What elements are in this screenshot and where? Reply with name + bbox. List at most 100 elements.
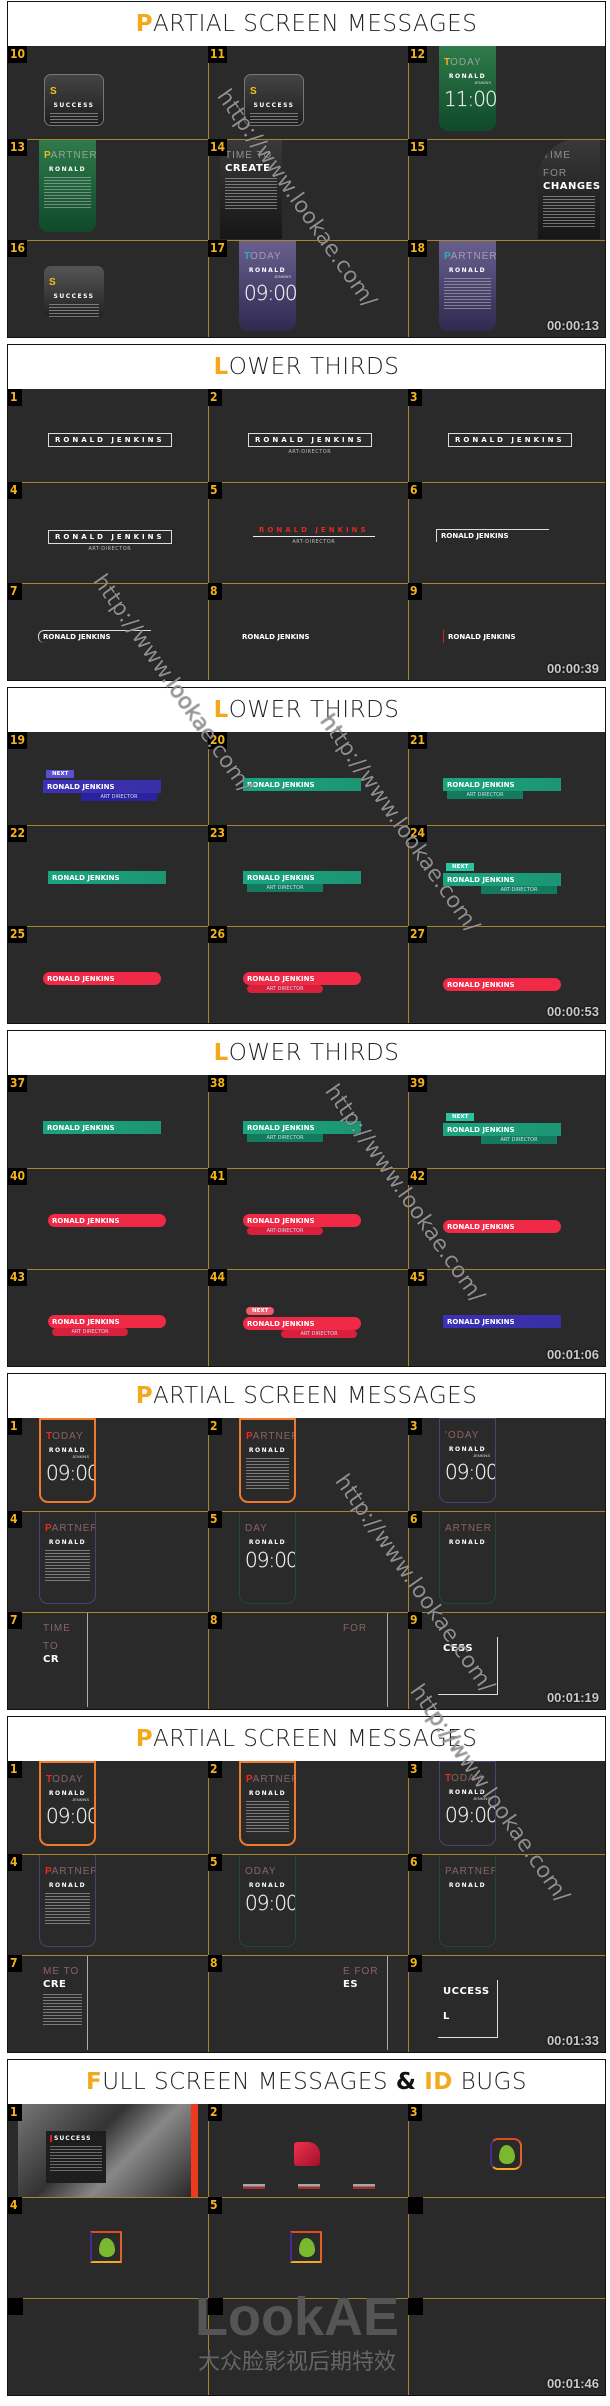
thumbnail-cell[interactable]: 15 TIME FOR CHANGES [408, 139, 605, 240]
thumbnail-cell[interactable]: 37 RONALD JENKINS [8, 1075, 208, 1168]
thumbnail-cell[interactable]: 43 RONALD JENKINS ART DIRECTOR [8, 1269, 208, 1366]
lower-third: RONALD JENKINS [448, 433, 572, 447]
thumbnail-cell[interactable]: 41 RONALD JENKINS ART-DIRECTOR [208, 1168, 408, 1269]
thumbnail-cell[interactable]: 1 TODAY RONALD JENKINS 09:00 [8, 1761, 208, 1854]
title-bar: ART DIRECTOR [247, 985, 323, 993]
thumbnail-cell[interactable]: 6 RONALD JENKINS [408, 482, 605, 583]
name-text: RONALD JENKINS [443, 1220, 561, 1233]
card-title: SUCCESS [53, 293, 95, 300]
thumbnail-cell[interactable]: 6 ARTNER RONALD [408, 1511, 605, 1612]
lower-third: RONALD JENKINS [48, 871, 166, 884]
heading-segment: F [86, 2069, 103, 2095]
thumbnail-cell[interactable]: 7 RONALD JENKINS [8, 583, 208, 680]
thumbnail-number: 9 [408, 1612, 422, 1629]
lower-third: RONALD JENKINS [43, 1121, 161, 1134]
thumbnail-cell[interactable]: 3 RONALD JENKINS [408, 389, 605, 482]
lower-third: RONALD JENKINS ART DIRECTOR [243, 1121, 361, 1142]
message-card: TODAY RONALD JENKINS 11:00 [439, 46, 496, 131]
thumbnail-cell[interactable]: 8 FOR [208, 1612, 408, 1709]
thumbnail-cell[interactable]: 14 TIME TO CREATE [208, 139, 408, 240]
thumbnail-cell[interactable]: 13 PARTNER RONALD [8, 139, 208, 240]
thumbnail-grid: 1 TODAY RONALD JENKINS 09:00 2 PARTNER RONALD 3 '… [8, 1418, 605, 1709]
thumbnail-cell[interactable]: 1 TODAY RONALD JENKINS 09:00 [8, 1418, 208, 1511]
thumbnail-number: 21 [408, 732, 428, 749]
thumbnail-cell[interactable]: 4 PARTNER RONALD [8, 1511, 208, 1612]
thumbnail-cell[interactable]: 4 PARTNER RONALD [8, 1854, 208, 1955]
lower-third: RONALD JENKINS ART-DIRECTOR [248, 433, 372, 455]
thumbnail-cell[interactable]: 2 PARTNER RONALD [208, 1761, 408, 1854]
thumbnail-number [208, 2298, 223, 2315]
thumbnail-cell[interactable]: 24 RONALD JENKINS NEXT ART-DIRECTOR [408, 825, 605, 926]
thumbnail-cell[interactable]: 26 RONALD JENKINS ART DIRECTOR [208, 926, 408, 1023]
heading-segment: ARTIAL SCREEN MESSAGES [153, 11, 478, 37]
thumbnail-cell[interactable]: 42 RONALD JENKINS [408, 1168, 605, 1269]
thumbnail-cell[interactable]: 44 RONALD JENKINS NEXT ART DIRECTOR [208, 1269, 408, 1366]
thumbnail-cell[interactable]: 38 RONALD JENKINS ART DIRECTOR [208, 1075, 408, 1168]
thumbnail-cell[interactable]: 3 [408, 2104, 605, 2197]
headline-accent-letter: P [246, 1431, 253, 1442]
thumbnail-cell[interactable]: 2 RONALD JENKINS ART-DIRECTOR [208, 389, 408, 482]
thumbnail-cell[interactable]: 17 TODAY RONALD JENKINS 09:00 [208, 240, 408, 337]
card-big-title: UCCESS [443, 1986, 490, 1997]
card-time: 09:00 [46, 1804, 96, 1828]
thumbnail-cell[interactable]: 39 RONALD JENKINS NEXT ART DIRECTOR [408, 1075, 605, 1168]
thumbnail-number: 3 [408, 1418, 422, 1435]
thumbnail-cell[interactable]: 1 SUCCESS [8, 2104, 208, 2197]
headline-rest: ODAY [245, 1866, 277, 1877]
grid-divider [408, 1418, 409, 1709]
thumbnail-cell[interactable]: 4 RONALD JENKINS ART-DIRECTOR [8, 482, 208, 583]
thumbnail-cell[interactable]: 8 RONALD JENKINS [208, 583, 408, 680]
card-title: RONALD [248, 1790, 287, 1797]
thumbnail-cell[interactable] [408, 2197, 605, 2298]
grid-divider [8, 1955, 605, 1956]
thumbnail-cell[interactable]: 7 ME TO CRE [8, 1955, 208, 2052]
thumbnail-cell[interactable]: 5 ODAY RONALD 09:00 [208, 1854, 408, 1955]
thumbnail-cell[interactable]: 5 [208, 2197, 408, 2298]
thumbnail-number: 9 [408, 1955, 422, 1972]
thumbnail-cell[interactable]: 25 RONALD JENKINS [8, 926, 208, 1023]
card-big-title: CHANGES [543, 181, 600, 192]
lower-third: RONALD JENKINS [443, 978, 561, 991]
thumbnail-cell[interactable]: 3 'ODAY RONALD JENKINS 09:00 [408, 1418, 605, 1511]
thumbnail-cell[interactable]: 2 [208, 2104, 408, 2197]
name-text: RONALD JENKINS [243, 1317, 361, 1330]
thumbnail-number: 26 [208, 926, 228, 943]
thumbnail-cell[interactable]: 10 S SUCCESS [8, 46, 208, 139]
thumbnail-cell[interactable]: 20 RONALD JENKINS [208, 732, 408, 825]
thumbnail-cell[interactable]: 4 [8, 2197, 208, 2298]
thumbnail-cell[interactable]: 40 RONALD JENKINS [8, 1168, 208, 1269]
thumbnail-cell[interactable]: 1 RONALD JENKINS [8, 389, 208, 482]
headline-rest: TIME FOR [543, 150, 571, 179]
thumbnail-grid: 1 RONALD JENKINS 2 RONALD JENKINS ART-DIRECT… [8, 389, 605, 680]
thumbnail-cell[interactable]: 23 RONALD JENKINS ART DIRECTOR [208, 825, 408, 926]
thumbnail-cell[interactable]: 2 PARTNER RONALD [208, 1418, 408, 1511]
lower-third: RONALD JENKINS ART-DIRECTOR [48, 530, 172, 552]
thumbnail-cell[interactable]: 6 PARTNER RONALD [408, 1854, 605, 1955]
name-text: RONALD JENKINS [443, 873, 561, 886]
thumbnail-cell[interactable]: 7 TIME TO CR [8, 1612, 208, 1709]
thumbnail-number: 8 [208, 583, 222, 600]
thumbnail-cell[interactable]: 21 RONALD JENKINS ART DIRECTOR [408, 732, 605, 825]
thumbnail-cell[interactable] [208, 2298, 408, 2395]
name-text: RONALD JENKINS [43, 780, 161, 793]
thumbnail-cell[interactable] [8, 2298, 208, 2395]
card-paragraph [225, 178, 277, 210]
thumbnail-number: 18 [408, 240, 428, 257]
thumbnail-cell[interactable]: 22 RONALD JENKINS [8, 825, 208, 926]
thumbnail-cell[interactable]: 8 E FOR ES [208, 1955, 408, 2052]
thumbnail-cell[interactable]: 5 DAY RONALD 09:00 [208, 1511, 408, 1612]
thumbnail-number: 16 [8, 240, 28, 257]
leaf-logo-frame [90, 2231, 122, 2263]
thumbnail-cell[interactable]: 19 RONALD JENKINS NEXT ART DIRECTOR [8, 732, 208, 825]
card-paragraph [43, 1994, 82, 2026]
heading-segment: L [213, 697, 229, 723]
grid-divider [8, 825, 605, 826]
section-6: P ARTIAL SCREEN MESSAGES 1 TODAY RONALD JENKI… [7, 1716, 606, 2053]
thumbnail-cell[interactable]: 3 TODAY RONALD JENKINS 09:00 [408, 1761, 605, 1854]
thumbnail-cell[interactable]: 16 S SUCCESS [8, 240, 208, 337]
thumbnail-cell[interactable]: 11 S SUCCESS [208, 46, 408, 139]
thumbnail-cell[interactable]: 5 RONALD JENKINS ART-DIRECTOR [208, 482, 408, 583]
section-1: P ARTIAL SCREEN MESSAGES 10 S SUCCESS 11 S SUCC… [7, 1, 606, 338]
heading-segment: L [213, 1040, 229, 1066]
thumbnail-cell[interactable]: 12 TODAY RONALD JENKINS 11:00 [408, 46, 605, 139]
